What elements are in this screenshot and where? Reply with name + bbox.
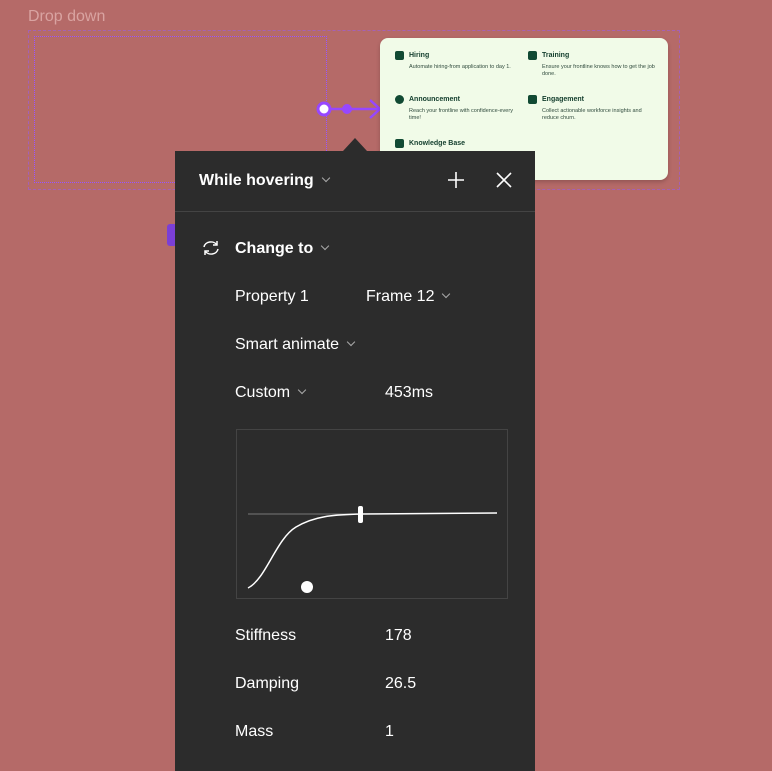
spring-curve [247,512,498,589]
feature-desc: Ensure your frontline knows how to get t… [542,64,655,77]
frame-label[interactable]: Drop down [28,8,105,26]
panel-caret [343,138,367,151]
property-dropdown[interactable]: Frame 12 [366,288,451,306]
check-icon [395,139,404,148]
prototype-connection[interactable] [310,96,385,122]
chevron-down-icon [297,385,307,395]
divider [175,211,535,212]
property-value: Frame 12 [366,288,435,305]
action-dropdown[interactable]: Change to [235,240,330,258]
megaphone-icon [395,95,404,104]
duration-input[interactable]: 453ms [385,384,433,402]
interaction-panel: While hovering Change to Property 1 Fram… [175,151,535,771]
property-label: Property 1 [235,288,309,305]
mass-input[interactable]: 1 [385,723,394,741]
mass-label: Mass [235,723,274,740]
chevron-down-icon [346,337,356,347]
chevron-down-icon [442,289,451,299]
connection-start-handle[interactable] [316,101,332,117]
trigger-label: While hovering [199,172,314,189]
add-icon[interactable] [447,171,465,189]
chart-icon [528,51,537,60]
feature-title: Engagement [542,96,585,103]
feature-title: Hiring [409,52,430,59]
damping-label: Damping [235,675,300,692]
chevron-down-icon [320,241,330,251]
feature-hiring: Hiring Automate hiring-from application t… [395,51,525,71]
action-label: Change to [235,240,314,257]
list-icon [528,95,537,104]
feature-title: Announcement [409,96,460,103]
feature-engagement: Engagement Collect actionable workforce i… [528,95,658,122]
stiffness-input[interactable]: 178 [385,627,412,645]
close-icon[interactable] [496,172,512,188]
feature-desc: Reach your frontline with confidence-eve… [409,108,513,121]
animation-label: Smart animate [235,336,340,353]
trigger-dropdown[interactable]: While hovering [199,172,330,190]
feature-title: Knowledge Base [409,140,466,147]
feature-knowledge-base: Knowledge Base [395,139,525,148]
curve-handle[interactable] [358,506,363,523]
feature-training: Training Ensure your frontline knows how … [528,51,658,78]
chevron-down-icon [321,173,330,183]
feature-desc: Automate hiring-from application to day … [409,64,511,70]
feature-desc: Collect actionable workforce insights an… [542,108,642,121]
stiffness-label: Stiffness [235,627,297,644]
spring-curve-graph[interactable] [236,429,508,599]
easing-label: Custom [235,384,291,401]
animation-dropdown[interactable]: Smart animate [235,336,356,354]
connection-node [342,104,352,114]
damping-input[interactable]: 26.5 [385,675,416,693]
curve-dot-handle[interactable] [301,581,313,593]
easing-dropdown[interactable]: Custom [235,384,307,402]
feature-title: Training [542,52,570,59]
swap-icon [203,241,219,255]
feature-announcement: Announcement Reach your frontline with co… [395,95,525,122]
person-icon [395,51,404,60]
